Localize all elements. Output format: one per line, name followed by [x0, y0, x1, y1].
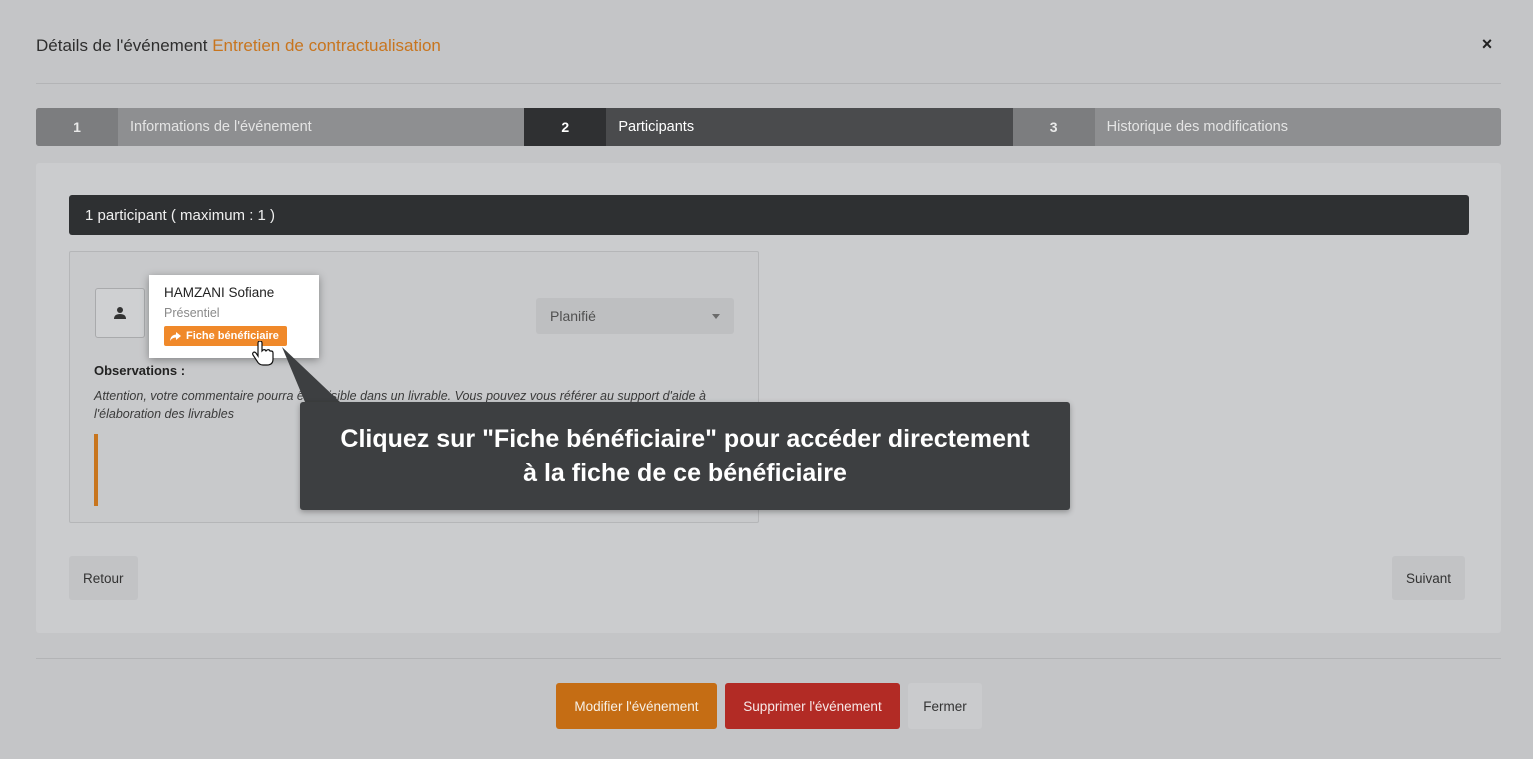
- step-number: 3: [1012, 108, 1095, 146]
- participant-name: HAMZANI Sofiane: [164, 285, 275, 300]
- status-select[interactable]: Planifié: [536, 298, 734, 334]
- delete-event-button[interactable]: Supprimer l'événement: [725, 683, 900, 729]
- tutorial-tooltip: Cliquez sur "Fiche bénéficiaire" pour ac…: [300, 402, 1070, 510]
- title-prefix: Détails de l'événement: [36, 36, 208, 55]
- event-details-modal: Détails de l'événement Entretien de cont…: [0, 0, 1533, 759]
- title-event-name: Entretien de contractualisation: [212, 36, 441, 55]
- step-label: Informations de l'événement: [130, 119, 312, 135]
- share-arrow-icon: [170, 331, 181, 341]
- edit-event-button[interactable]: Modifier l'événement: [556, 683, 717, 729]
- modal-header: Détails de l'événement Entretien de cont…: [36, 30, 1501, 84]
- step-informations[interactable]: 1 Informations de l'événement: [36, 108, 525, 146]
- participant-mode: Présentiel: [164, 306, 220, 320]
- next-button[interactable]: Suivant: [1392, 556, 1466, 600]
- chevron-down-icon: [712, 314, 720, 319]
- close-icon[interactable]: ×: [1477, 34, 1497, 54]
- footer-divider: [36, 658, 1501, 659]
- modal-title: Détails de l'événement Entretien de cont…: [36, 36, 441, 56]
- user-icon[interactable]: [95, 288, 145, 338]
- close-button[interactable]: Fermer: [908, 683, 982, 729]
- step-number: 1: [36, 108, 118, 146]
- wizard-steps: 1 Informations de l'événement 2 Particip…: [36, 108, 1501, 146]
- participants-panel: 1 participant ( maximum : 1 ) Planifié O…: [36, 163, 1501, 633]
- step-number: 2: [524, 108, 607, 146]
- step-label: Historique des modifications: [1106, 119, 1288, 135]
- step-participants[interactable]: 2 Participants: [524, 108, 1013, 146]
- step-label: Participants: [618, 119, 695, 135]
- step-historique[interactable]: 3 Historique des modifications: [1012, 108, 1501, 146]
- hand-cursor-icon: [252, 341, 274, 366]
- back-button[interactable]: Retour: [69, 556, 138, 600]
- user-icon-glyph: [114, 307, 126, 319]
- participant-count-bar: 1 participant ( maximum : 1 ): [69, 195, 1469, 235]
- observations-title: Observations :: [94, 363, 186, 378]
- status-select-value: Planifié: [550, 308, 596, 324]
